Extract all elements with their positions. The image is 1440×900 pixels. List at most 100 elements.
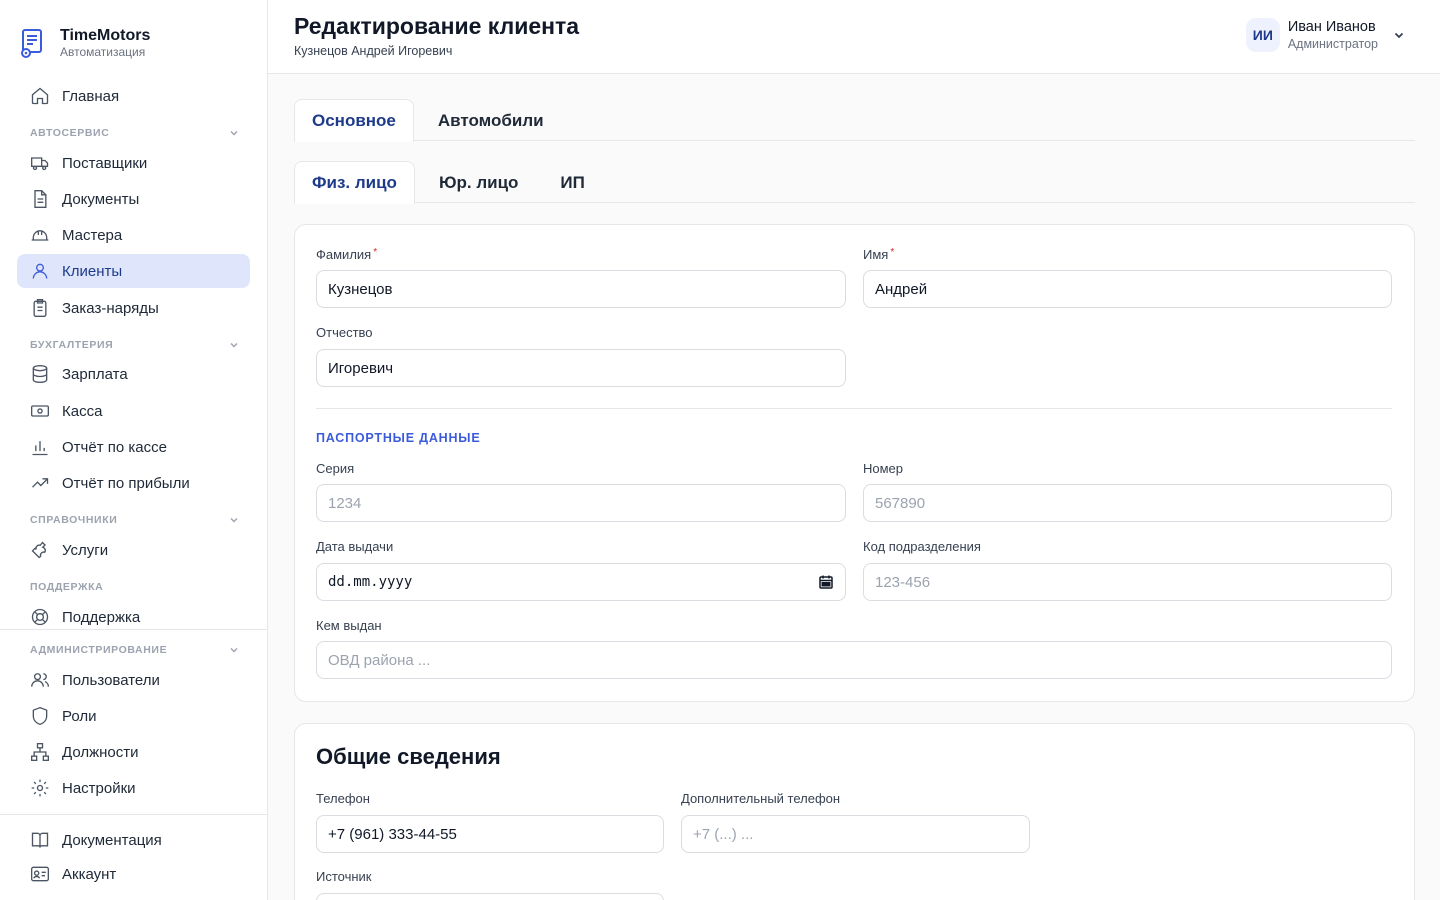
sidebar-item-label: Касса <box>62 402 103 420</box>
section-label: СПРАВОЧНИКИ <box>30 514 118 526</box>
label-text: Фамилия <box>316 247 372 262</box>
sidebar-item-orders[interactable]: Заказ-наряды <box>17 291 250 325</box>
label-text: Имя <box>863 247 889 262</box>
section-label: БУХГАЛТЕРИЯ <box>30 339 114 351</box>
sidebar-item-services[interactable]: Услуги <box>17 533 250 567</box>
sidebar-item-label: Документация <box>62 831 162 849</box>
extra-phone-input[interactable]: +7 (...) ... <box>681 815 1030 853</box>
chevron-down-icon <box>230 343 238 348</box>
passport-series-input[interactable]: 1234 <box>316 484 846 522</box>
chevron-down-icon <box>230 131 238 136</box>
user-role: Администратор <box>1287 36 1378 51</box>
sidebar-item-label: Мастера <box>62 226 123 244</box>
phone-input[interactable]: +7 (961) 333-44-55 <box>316 815 664 853</box>
middle-name-field[interactable]: Игоревич <box>316 349 846 387</box>
issued-by-input[interactable]: ОВД района ... <box>316 641 1392 679</box>
sidebar-item-cash-report[interactable]: Отчёт по кассе <box>17 430 250 464</box>
first-name-label: Имя * <box>863 247 894 262</box>
section-autoservice[interactable]: АВТОСЕРВИС <box>30 125 240 141</box>
users-icon <box>30 670 50 690</box>
main-tabs: Основное Автомобили <box>294 99 1415 142</box>
tab-individual[interactable]: Физ. лицо <box>294 161 415 204</box>
sidebar-item-salary[interactable]: Зарплата <box>17 357 250 391</box>
sidebar-item-label: Роли <box>62 707 97 725</box>
calendar-icon[interactable] <box>818 574 834 590</box>
sidebar-item-clients[interactable]: Клиенты <box>17 254 250 288</box>
general-card: Общие сведения Телефон +7 (961) 333-44-5… <box>294 723 1415 900</box>
chevron-down-icon <box>1394 32 1404 39</box>
divider <box>316 408 1392 409</box>
extra-phone-label: Дополнительный телефон <box>681 791 841 806</box>
banknote-icon <box>30 401 50 421</box>
last-name-field[interactable]: Кузнецов <box>316 270 846 308</box>
person-type-tabs: Физ. лицо Юр. лицо ИП <box>294 161 1415 204</box>
dept-code-label: Код подразделения <box>863 539 981 554</box>
first-name-field[interactable]: Андрей <box>863 270 1392 308</box>
section-label: АДМИНИСТРИРОВАНИЕ <box>30 644 168 656</box>
date-placeholder: dd.mm.yyyy <box>328 574 413 590</box>
trending-up-icon <box>30 473 50 493</box>
issue-date-input[interactable]: dd.mm.yyyy <box>316 563 846 601</box>
user-name: Иван Иванов <box>1287 18 1376 35</box>
gear-icon <box>30 778 50 798</box>
lifebuoy-icon <box>30 607 50 627</box>
brand[interactable]: TimeMotors Автоматизация <box>18 26 150 59</box>
dept-code-input[interactable]: 123-456 <box>863 563 1392 601</box>
sidebar-item-label: Главная <box>62 87 120 105</box>
sidebar-item-label: Должности <box>62 743 139 761</box>
document-icon <box>30 189 50 209</box>
sidebar-item-cashbox[interactable]: Касса <box>17 394 250 428</box>
sidebar-item-label: Пользователи <box>62 671 160 689</box>
sidebar-item-documents[interactable]: Документы <box>17 182 250 216</box>
truck-icon <box>30 153 50 173</box>
tab-cars[interactable]: Автомобили <box>420 99 562 141</box>
book-icon <box>30 830 50 850</box>
sidebar-item-label: Поддержка <box>62 608 141 626</box>
source-select[interactable] <box>316 893 664 900</box>
sidebar-item-home[interactable]: Главная <box>17 79 250 113</box>
brand-name: TimeMotors <box>60 27 151 44</box>
sidebar-item-account[interactable]: Аккаунт <box>17 857 250 891</box>
section-accounting[interactable]: БУХГАЛТЕРИЯ <box>30 337 240 353</box>
user-menu[interactable]: ИИ Иван Иванов Администратор <box>1245 18 1406 52</box>
sidebar-item-documentation[interactable]: Документация <box>17 823 250 857</box>
sidebar-item-positions[interactable]: Должности <box>17 735 250 769</box>
sidebar-item-masters[interactable]: Мастера <box>17 218 250 252</box>
sidebar-item-roles[interactable]: Роли <box>17 699 250 733</box>
sidebar-item-settings[interactable]: Настройки <box>17 771 250 805</box>
section-label: АВТОСЕРВИС <box>30 127 110 139</box>
tab-main[interactable]: Основное <box>294 99 414 142</box>
sidebar-item-users[interactable]: Пользователи <box>17 663 250 697</box>
sidebar-item-suppliers[interactable]: Поставщики <box>17 146 250 180</box>
section-references[interactable]: СПРАВОЧНИКИ <box>30 512 240 528</box>
passport-section-title: ПАСПОРТНЫЕ ДАННЫЕ <box>316 431 481 445</box>
required-mark: * <box>890 247 895 258</box>
page-title: Редактирование клиента <box>294 13 580 39</box>
clipboard-icon <box>30 298 50 318</box>
avatar: ИИ <box>1245 18 1280 52</box>
required-mark: * <box>373 247 378 258</box>
section-admin[interactable]: АДМИНИСТРИРОВАНИЕ <box>30 642 240 658</box>
sidebar-item-label: Клиенты <box>62 262 123 280</box>
section-support: ПОДДЕРЖКА <box>30 579 240 595</box>
sidebar-item-profit-report[interactable]: Отчёт по прибыли <box>17 466 250 500</box>
tab-legal-entity[interactable]: Юр. лицо <box>421 161 536 203</box>
number-label: Номер <box>863 461 904 476</box>
sidebar-item-label: Услуги <box>62 541 109 559</box>
sidebar-divider <box>0 629 267 630</box>
general-title: Общие сведения <box>316 744 501 769</box>
id-card-icon <box>30 864 50 884</box>
middle-name-label: Отчество <box>316 325 373 340</box>
passport-number-input[interactable]: 567890 <box>863 484 1392 522</box>
database-icon <box>30 364 50 384</box>
phone-label: Телефон <box>316 791 370 806</box>
sidebar: TimeMotors Автоматизация Главная АВТОСЕР… <box>0 0 268 900</box>
brand-subtitle: Автоматизация <box>60 45 146 59</box>
sidebar-item-label: Зарплата <box>62 365 128 383</box>
sidebar-item-label: Документы <box>62 190 140 208</box>
chevron-down-icon <box>230 518 238 523</box>
tab-sole-proprietor[interactable]: ИП <box>542 161 602 203</box>
page-header: Редактирование клиента Кузнецов Андрей И… <box>268 0 1440 74</box>
series-label: Серия <box>316 461 355 476</box>
sidebar-item-label: Отчёт по прибыли <box>62 474 190 492</box>
